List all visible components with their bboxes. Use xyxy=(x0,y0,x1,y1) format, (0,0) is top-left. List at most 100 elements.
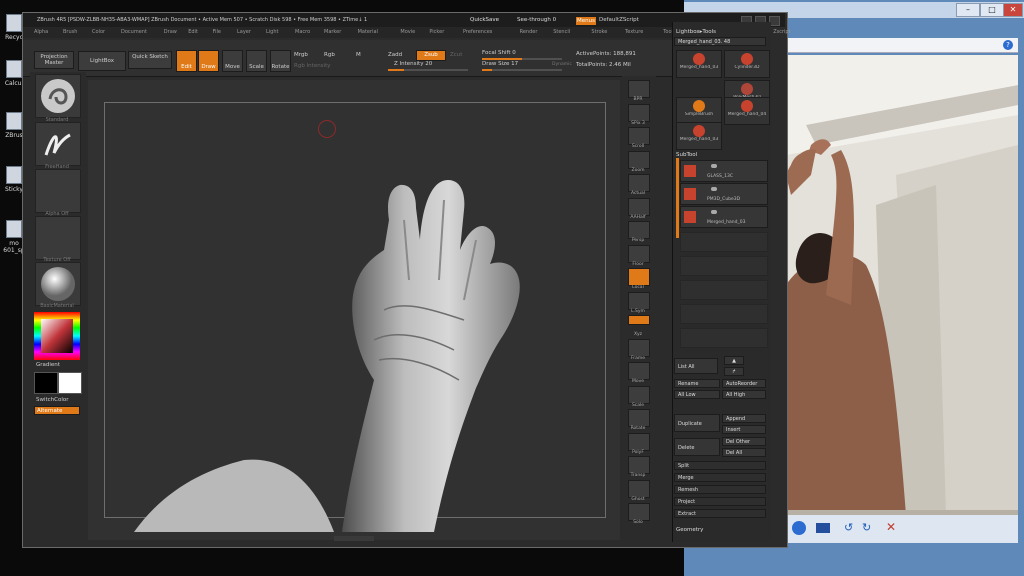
quick-sketch-button[interactable]: Quick Sketch xyxy=(128,51,172,69)
shelf-move-button[interactable] xyxy=(628,362,650,380)
switch-color-button[interactable]: SwitchColor xyxy=(36,397,69,403)
menu-edit[interactable]: Edit xyxy=(188,29,198,35)
main-color-swatch[interactable] xyxy=(58,372,82,394)
shelf-solo-button[interactable] xyxy=(628,503,650,521)
subtool-header[interactable]: SubTool xyxy=(676,152,697,158)
alpha-thumbnail[interactable] xyxy=(35,169,81,213)
tool-thumb-0[interactable]: Merged_hand_03 xyxy=(676,50,722,78)
draw-button[interactable]: Draw xyxy=(198,50,219,72)
zadd-toggle[interactable]: Zadd xyxy=(388,52,402,58)
shelf-spix-3-button[interactable] xyxy=(628,103,650,122)
lightbox-button[interactable]: LightBox xyxy=(78,51,126,71)
focal-shift-slider[interactable] xyxy=(482,58,562,60)
color-picker[interactable] xyxy=(34,312,80,360)
menu-picker[interactable]: Picker xyxy=(429,29,444,35)
shelf-actual-button[interactable] xyxy=(628,174,650,192)
see-through-slider[interactable]: See-through 0 xyxy=(517,17,556,23)
all-low-button[interactable]: All Low xyxy=(674,390,720,399)
duplicate-button[interactable]: Duplicate xyxy=(674,414,720,432)
menu-movie[interactable]: Movie xyxy=(400,29,415,35)
auto-reorder-button[interactable]: AutoReorder xyxy=(722,379,766,388)
merge-button[interactable]: Merge xyxy=(674,473,766,482)
zoom-icon[interactable] xyxy=(792,521,806,535)
canvas-bottom-handle[interactable] xyxy=(334,536,374,541)
visibility-eye-icon[interactable] xyxy=(711,210,717,214)
delete-icon[interactable]: ✕ xyxy=(886,520,896,534)
visibility-eye-icon[interactable] xyxy=(711,187,717,191)
delete-button[interactable]: Delete xyxy=(674,438,720,456)
menu-texture[interactable]: Texture xyxy=(625,29,643,35)
menu-alpha[interactable]: Alpha xyxy=(34,29,48,35)
secondary-color-swatch[interactable] xyxy=(34,372,58,394)
rename-button[interactable]: Rename xyxy=(674,379,720,388)
menu-brush[interactable]: Brush xyxy=(63,29,77,35)
move-button[interactable]: Move xyxy=(222,50,243,72)
shelf-frame-button[interactable] xyxy=(628,338,650,357)
scale-button[interactable]: Scale xyxy=(246,50,267,72)
material-thumbnail[interactable] xyxy=(35,262,81,306)
menu-zscript[interactable]: Zscript xyxy=(773,29,790,35)
z-intensity-slider[interactable] xyxy=(388,69,468,71)
shelf-local-button[interactable] xyxy=(628,268,650,286)
menu-color[interactable]: Color xyxy=(92,29,105,35)
project-button[interactable]: Project xyxy=(674,497,766,506)
shelf-transp-button[interactable] xyxy=(628,456,650,474)
draw-size-slider[interactable] xyxy=(482,69,562,71)
hand-sculpt-model[interactable] xyxy=(104,160,604,532)
shelf-scale-button[interactable] xyxy=(628,385,650,404)
dynamic-toggle[interactable]: Dynamic xyxy=(552,62,572,67)
rotate-left-icon[interactable]: ↺ xyxy=(844,521,853,534)
tool-thumb-1[interactable]: Cylinder3D xyxy=(724,50,770,78)
stroke-thumbnail[interactable] xyxy=(35,122,81,166)
maximize-button[interactable]: □ xyxy=(980,3,1004,17)
shelf-bpr-button[interactable] xyxy=(628,80,650,98)
list-all-button[interactable]: List All xyxy=(674,358,718,374)
zcut-toggle[interactable]: Zcut xyxy=(450,52,462,58)
shelf-ghost-button[interactable] xyxy=(628,479,650,498)
menu-light[interactable]: Light xyxy=(266,29,278,35)
menu-file[interactable]: File xyxy=(213,29,221,35)
lightbox-tools-header[interactable]: Lightbox▸Tools xyxy=(676,29,716,35)
current-tool-field[interactable]: Merged_hand_03. 48 xyxy=(674,37,766,46)
insert-button[interactable]: Insert xyxy=(722,425,766,434)
geometry-header[interactable]: Geometry xyxy=(676,527,703,533)
visibility-eye-icon[interactable] xyxy=(711,164,717,168)
shelf-xyz-button[interactable] xyxy=(628,315,650,325)
shelf-l-sym-button[interactable] xyxy=(628,291,650,310)
slideshow-icon[interactable] xyxy=(816,523,830,533)
texture-thumbnail[interactable] xyxy=(35,216,81,260)
mrgb-toggle[interactable]: Mrgb xyxy=(294,52,308,58)
minimize-button[interactable]: – xyxy=(956,3,980,17)
del-all-button[interactable]: Del All xyxy=(722,448,766,457)
shelf-rotate-button[interactable] xyxy=(628,409,650,427)
menu-material[interactable]: Material xyxy=(358,29,378,35)
menu-document[interactable]: Document xyxy=(121,29,147,35)
menus-toggle[interactable]: Menus xyxy=(575,16,597,26)
rotate-button[interactable]: Rotate xyxy=(270,50,291,72)
rgb-toggle[interactable]: Rgb xyxy=(324,52,335,58)
subtool-item[interactable]: Merged_hand_03 xyxy=(680,206,768,228)
menu-draw[interactable]: Draw xyxy=(164,29,177,35)
rotate-right-icon[interactable]: ↻ xyxy=(862,521,871,534)
quicksave-button[interactable]: QuickSave xyxy=(470,17,499,23)
tool-thumb-5[interactable]: Merged_hand_03 xyxy=(676,122,722,150)
extract-button[interactable]: Extract xyxy=(674,509,766,518)
projection-master-button[interactable]: Projection Master xyxy=(34,51,74,69)
m-toggle[interactable]: M xyxy=(356,52,361,58)
shelf-zoom-button[interactable] xyxy=(628,150,650,169)
all-high-button[interactable]: All High xyxy=(722,390,766,399)
default-script-button[interactable]: DefaultZScript xyxy=(599,17,639,23)
subtool-scrollbar[interactable] xyxy=(676,158,679,238)
edit-button[interactable]: Edit xyxy=(176,50,197,72)
brush-thumbnail[interactable] xyxy=(35,74,81,118)
menu-marker[interactable]: Marker xyxy=(324,29,341,35)
shelf-scroll-button[interactable] xyxy=(628,127,650,145)
tool-thumb-3[interactable]: SimpleBrush xyxy=(676,97,722,125)
alternate-button[interactable]: Alternate xyxy=(34,406,80,415)
shelf-aahalf-button[interactable] xyxy=(628,197,650,216)
subtool-item[interactable]: GLASS_13C xyxy=(680,160,768,182)
close-button[interactable]: ✕ xyxy=(1003,3,1023,17)
move-down-button[interactable]: ↱ xyxy=(724,367,744,376)
shelf-persp-button[interactable] xyxy=(628,221,650,239)
shelf-polyf-button[interactable] xyxy=(628,432,650,451)
